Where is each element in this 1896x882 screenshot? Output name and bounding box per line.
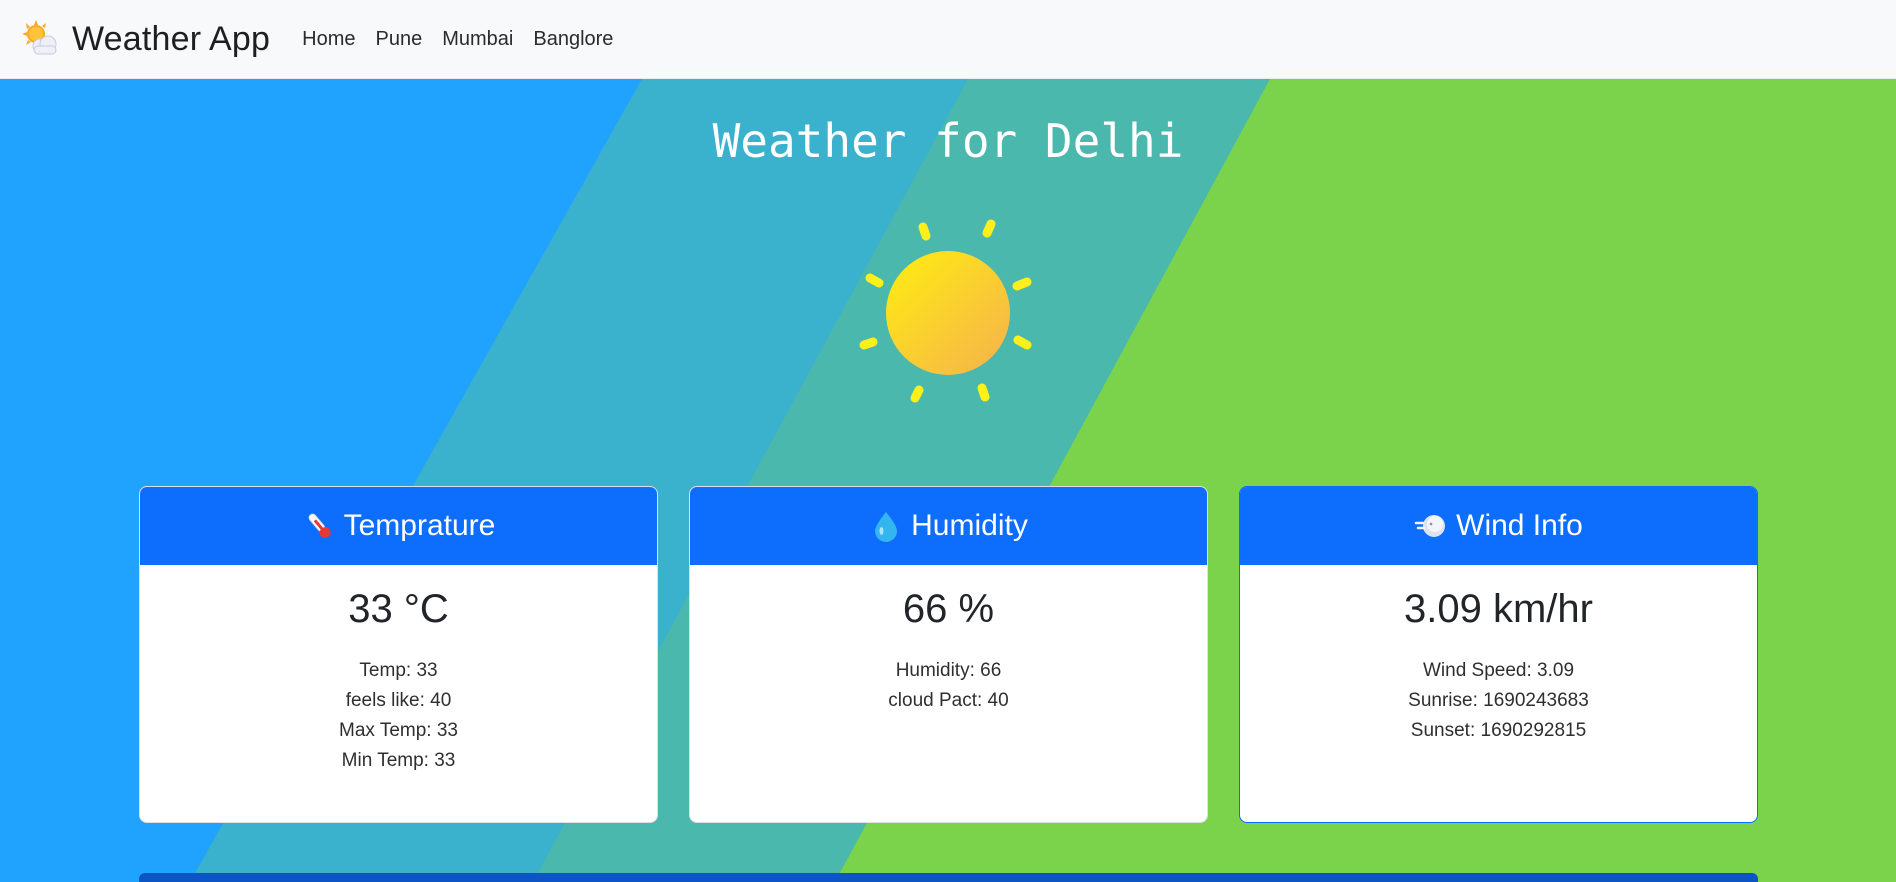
sun-behind-cloud-icon	[22, 20, 57, 55]
brand-link[interactable]: Weather App	[18, 18, 270, 60]
card-title: Temprature	[343, 509, 496, 542]
humidity-value: 66 %	[902, 587, 995, 631]
info-line: Sunrise: 1690243683	[1408, 690, 1589, 711]
thermometer-icon	[308, 513, 331, 539]
sun-icon	[859, 219, 1032, 403]
nav-links: Home Pune Mumbai Banglore	[292, 28, 623, 51]
wind-face-icon	[1414, 515, 1446, 537]
nav-link-home[interactable]: Home	[292, 28, 365, 51]
nav-link-mumbai[interactable]: Mumbai	[432, 28, 523, 51]
card-header: Humidity	[690, 487, 1207, 565]
info-line: Temp: 33	[359, 660, 438, 681]
nav-link-banglore[interactable]: Banglore	[523, 28, 623, 51]
page-title: Weather for Delhi	[712, 114, 1184, 168]
info-line: Max Temp: 33	[339, 720, 458, 741]
card-title: Humidity	[911, 509, 1028, 542]
card-header: Temprature	[140, 487, 657, 565]
nav-link-pune[interactable]: Pune	[366, 28, 433, 51]
info-line: Sunset: 1690292815	[1410, 720, 1587, 741]
info-line: Humidity: 66	[895, 660, 1002, 681]
info-line: cloud Pact: 40	[888, 690, 1009, 711]
humidity-card: Humidity 66 % Humidity: 66 cloud Pact: 4…	[689, 486, 1208, 823]
temperature-value: 33 °C	[348, 587, 449, 631]
info-line: feels like: 40	[345, 690, 452, 711]
next-section-header	[139, 873, 1758, 882]
brand-title: Weather App	[72, 19, 271, 58]
card-header: Wind Info	[1240, 487, 1757, 565]
droplet-icon	[875, 512, 898, 542]
wind-card: Wind Info 3.09 km/hr Wind Speed: 3.09 Su…	[1239, 486, 1758, 823]
temperature-card: Temprature 33 °C Temp: 33 feels like: 40…	[139, 486, 658, 823]
info-line: Wind Speed: 3.09	[1422, 660, 1575, 681]
wind-speed-value: 3.09 km/hr	[1404, 587, 1593, 631]
card-title: Wind Info	[1456, 509, 1583, 542]
navbar: Weather App Home Pune Mumbai Banglore	[0, 0, 1896, 79]
info-line: Min Temp: 33	[341, 750, 456, 771]
